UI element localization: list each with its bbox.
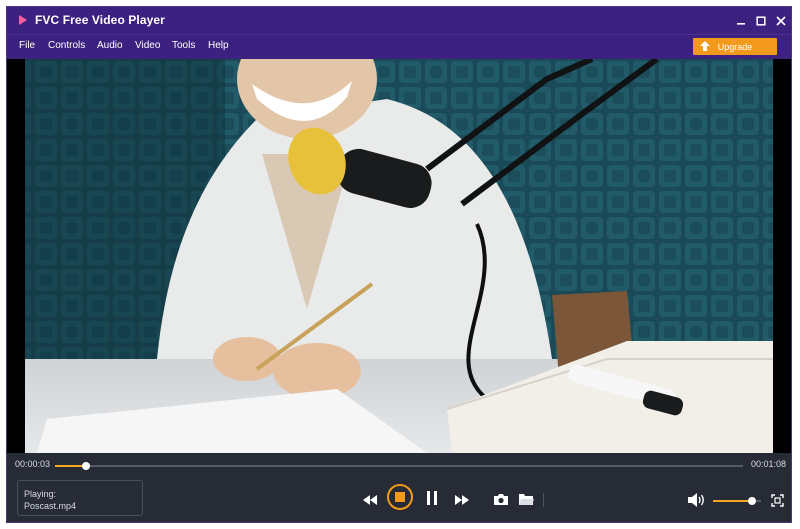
rewind-button[interactable]: [361, 491, 379, 509]
video-frame: [7, 59, 791, 453]
seek-bar[interactable]: [55, 462, 743, 470]
title-bar: FVC Free Video Player: [7, 7, 791, 34]
snapshot-button[interactable]: [492, 491, 510, 507]
rewind-icon: [363, 495, 377, 505]
maximize-button[interactable]: [751, 11, 771, 31]
menu-tools[interactable]: Tools: [172, 40, 195, 51]
app-title: FVC Free Video Player: [35, 13, 165, 27]
playing-label: Playing:: [24, 489, 57, 499]
minimize-icon: [737, 23, 745, 25]
upgrade-label: Upgrade: [717, 41, 753, 52]
menu-controls[interactable]: Controls: [48, 40, 85, 51]
fullscreen-button[interactable]: [769, 492, 785, 508]
fullscreen-icon: [770, 493, 784, 507]
elapsed-time: 00:00:03: [15, 459, 51, 469]
now-playing-panel: Playing: Poscast.mp4: [17, 480, 143, 516]
mute-button[interactable]: [687, 492, 707, 508]
folder-icon: [519, 493, 534, 505]
app-window: FVC Free Video Player File Controls Audi…: [6, 6, 792, 523]
fast-forward-button[interactable]: [453, 491, 471, 509]
pause-button[interactable]: [423, 489, 441, 507]
upgrade-arrow-icon: [700, 41, 710, 51]
control-bar: 00:00:03 00:01:08 Playing: Poscast.mp4: [7, 453, 791, 522]
stop-button[interactable]: [387, 484, 413, 510]
volume-handle[interactable]: [748, 497, 757, 505]
volume-icon: [688, 493, 704, 507]
video-display[interactable]: [7, 59, 791, 453]
app-logo-icon: [19, 15, 27, 25]
upgrade-button[interactable]: Upgrade: [693, 38, 777, 55]
menu-audio[interactable]: Audio: [97, 40, 123, 51]
seek-handle[interactable]: [81, 462, 90, 470]
maximize-icon: [756, 16, 766, 26]
menu-help[interactable]: Help: [208, 40, 229, 51]
fast-forward-icon: [455, 495, 469, 505]
volume-level: [713, 500, 753, 502]
camera-icon: [494, 493, 508, 505]
playing-filename: Poscast.mp4: [24, 501, 77, 511]
volume-slider[interactable]: [713, 497, 761, 505]
menu-video[interactable]: Video: [135, 40, 160, 51]
close-button[interactable]: [771, 11, 791, 31]
close-icon: [776, 16, 786, 26]
total-duration: 00:01:08: [751, 459, 787, 469]
control-divider: [543, 493, 544, 507]
menu-file[interactable]: File: [19, 40, 35, 51]
minimize-button[interactable]: [731, 11, 751, 31]
open-folder-button[interactable]: [517, 491, 535, 507]
pause-icon: [427, 491, 437, 505]
stop-icon: [395, 492, 405, 502]
menu-bar: File Controls Audio Video Tools Help Upg…: [7, 34, 791, 60]
